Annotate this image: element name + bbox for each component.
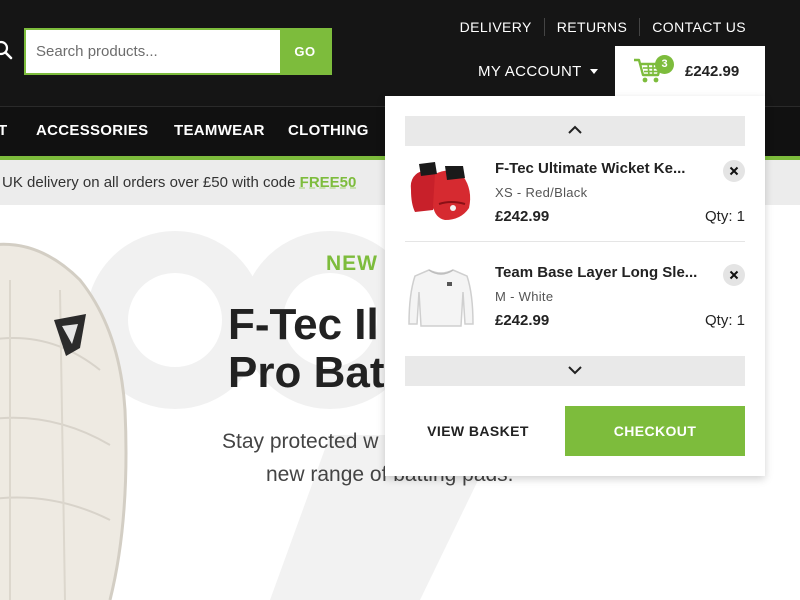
basket-item-price: £242.99 bbox=[495, 208, 550, 225]
basket-item-price: £242.99 bbox=[495, 312, 550, 329]
promo-message: UK delivery on all orders over £50 with … bbox=[2, 174, 300, 191]
promo-text: UK delivery on all orders over £50 with … bbox=[2, 174, 356, 191]
chevron-up-icon bbox=[568, 125, 582, 134]
basket-scroll-up-button[interactable] bbox=[405, 116, 745, 146]
search-box: GO bbox=[24, 28, 332, 75]
search-input[interactable] bbox=[26, 30, 280, 73]
basket-item-variant: XS - Red/Black bbox=[495, 185, 587, 200]
basket-item-color: White bbox=[518, 289, 554, 304]
basket-item-qty: Qty: 1 bbox=[704, 208, 745, 225]
variant-separator: - bbox=[510, 289, 515, 304]
contact-us-link[interactable]: CONTACT US bbox=[639, 18, 746, 36]
delivery-link[interactable]: DELIVERY bbox=[448, 18, 544, 36]
checkout-button[interactable]: CHECKOUT bbox=[565, 406, 745, 456]
caret-down-icon bbox=[589, 69, 598, 74]
nav-item-accessories[interactable]: ACCESSORIES bbox=[36, 122, 149, 139]
variant-separator: - bbox=[516, 185, 522, 200]
cart-count-badge: 3 bbox=[655, 55, 674, 74]
remove-item-button[interactable] bbox=[723, 264, 745, 286]
nav-item-clothing[interactable]: CLOTHING bbox=[288, 122, 369, 139]
batting-pad-image bbox=[0, 242, 128, 600]
hero-title: F-Tec Il Pro Bat bbox=[228, 301, 384, 397]
promo-code[interactable]: FREE50 bbox=[300, 174, 357, 191]
hero-title-line-1: F-Tec Il bbox=[228, 300, 379, 349]
close-icon bbox=[729, 270, 739, 280]
basket-item-qty: Qty: 1 bbox=[704, 312, 745, 329]
basket-item-name[interactable]: Team Base Layer Long Sle... bbox=[495, 264, 697, 281]
cart-total: £242.99 bbox=[685, 63, 740, 80]
my-account-menu[interactable]: MY ACCOUNT bbox=[478, 63, 598, 80]
utility-links: DELIVERY RETURNS CONTACT US bbox=[448, 18, 746, 36]
basket-item-variant: M - White bbox=[495, 289, 553, 304]
search-icon[interactable] bbox=[0, 40, 14, 62]
site-header: GO DELIVERY RETURNS CONTACT US MY ACCOUN… bbox=[0, 0, 800, 106]
basket-scroll-down-button[interactable] bbox=[405, 356, 745, 386]
remove-item-button[interactable] bbox=[723, 160, 745, 182]
mini-basket-dropdown: F-Tec Ultimate Wicket Ke... XS - Red/Bla… bbox=[385, 96, 765, 476]
basket-item-color: Red/Black bbox=[525, 185, 588, 200]
close-icon bbox=[729, 166, 739, 176]
my-account-label: MY ACCOUNT bbox=[478, 63, 582, 80]
nav-item-teamwear[interactable]: TEAMWEAR bbox=[174, 122, 265, 139]
returns-link[interactable]: RETURNS bbox=[543, 18, 639, 36]
base-layer-shirt-image bbox=[408, 269, 474, 327]
view-basket-button[interactable]: VIEW BASKET bbox=[405, 406, 551, 456]
search-go-button[interactable]: GO bbox=[280, 30, 330, 73]
hero-title-line-2: Pro Bat bbox=[228, 348, 385, 397]
chevron-down-icon bbox=[568, 366, 582, 375]
hero-tag: NEW bbox=[326, 252, 378, 275]
basket-item-name[interactable]: F-Tec Ultimate Wicket Ke... bbox=[495, 160, 685, 177]
basket-item[interactable]: Team Base Layer Long Sle... M - White £2… bbox=[405, 256, 745, 346]
wicket-keeping-gloves-image bbox=[410, 162, 471, 220]
basket-item-size: XS bbox=[495, 185, 513, 200]
basket-item-size: M bbox=[495, 289, 507, 304]
basket-item[interactable]: F-Tec Ultimate Wicket Ke... XS - Red/Bla… bbox=[405, 152, 745, 242]
nav-item-truncated[interactable]: T bbox=[0, 122, 7, 139]
